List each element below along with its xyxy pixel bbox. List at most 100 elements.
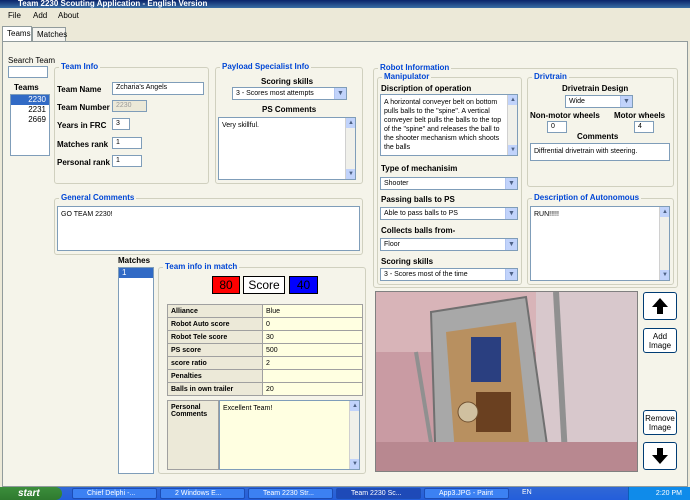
team-list-item[interactable]: 2669 <box>11 115 49 125</box>
personal-comments-value: Excellent Team! <box>223 405 273 412</box>
drivetrain-comments-label: Comments <box>577 132 619 141</box>
scrollbar[interactable]: ▲ ▼ <box>345 118 355 179</box>
drivetrain-design-label: Drivetrain Design <box>562 84 629 93</box>
autonomous-title: Description of Autonomous <box>532 193 642 202</box>
scrollbar[interactable]: ▲ ▼ <box>507 95 517 155</box>
chevron-down-icon[interactable]: ▼ <box>334 88 346 99</box>
stat-key: Robot Auto score <box>167 317 263 331</box>
drivetrain-design-value: Wide <box>569 98 585 105</box>
ps-scoring-value: 3 - Scores most attempts <box>236 90 314 97</box>
stat-value[interactable]: 2 <box>262 356 363 370</box>
chevron-down-icon[interactable]: ▼ <box>505 178 517 189</box>
match-list-item[interactable]: 1 <box>119 268 153 278</box>
team-name-label: Team Name <box>57 85 102 94</box>
taskbar-item[interactable]: Team 2230 Str... <box>248 488 333 499</box>
scroll-down-icon[interactable]: ▼ <box>660 270 669 280</box>
stat-key: Robot Tele score <box>167 330 263 344</box>
stat-value[interactable] <box>262 369 363 383</box>
team-name-input[interactable]: Zcharia's Angels <box>112 82 204 95</box>
passing-value: Able to pass balls to PS <box>384 210 458 217</box>
passing-label: Passing balls to PS <box>381 195 455 204</box>
add-image-button[interactable]: Add Image <box>643 328 677 353</box>
team-list-item[interactable]: 2230 <box>11 95 49 105</box>
payload-title: Payload Specialist Info <box>220 62 312 71</box>
autonomous-textarea[interactable]: RUN!!!!! ▲ ▼ <box>530 206 670 281</box>
scroll-up-icon[interactable]: ▲ <box>350 401 359 411</box>
general-comments-textarea[interactable]: GO TEAM 2230! <box>57 206 360 251</box>
match-info-title: Team info in match <box>163 262 240 271</box>
nonmotor-input[interactable]: 0 <box>547 121 567 133</box>
mechanism-type-value: Shooter <box>384 180 409 187</box>
motor-input[interactable]: 4 <box>634 121 654 133</box>
stat-value[interactable]: 500 <box>262 343 363 357</box>
ps-comments-textarea[interactable]: Very skillful. ▲ ▼ <box>218 117 356 180</box>
menu-about[interactable]: About <box>58 11 79 20</box>
stat-value[interactable]: 0 <box>262 317 363 331</box>
drivetrain-design-select[interactable]: Wide ▼ <box>565 95 633 108</box>
general-comments-value: GO TEAM 2230! <box>61 211 113 218</box>
chevron-down-icon[interactable]: ▼ <box>505 208 517 219</box>
stat-key: Alliance <box>167 304 263 318</box>
tab-teams[interactable]: Teams <box>2 26 32 41</box>
matches-rank-input[interactable]: 1 <box>112 137 142 149</box>
years-input[interactable]: 3 <box>112 118 130 130</box>
chevron-down-icon[interactable]: ▼ <box>620 96 632 107</box>
collects-select[interactable]: Floor ▼ <box>380 238 518 251</box>
search-team-input[interactable] <box>8 66 48 78</box>
scroll-down-icon[interactable]: ▼ <box>508 145 517 155</box>
scrollbar[interactable]: ▲ ▼ <box>349 401 359 469</box>
stat-value[interactable]: Blue <box>262 304 363 318</box>
scroll-down-icon[interactable]: ▼ <box>350 459 359 469</box>
team-list-item[interactable]: 2231 <box>11 105 49 115</box>
taskbar: start Chief Delphi -... 2 Windows E... T… <box>0 487 690 500</box>
language-indicator[interactable]: EN <box>522 489 532 496</box>
personal-comments-label: Personal Comments <box>167 400 219 470</box>
manipulator-desc-label: Discription of operation <box>381 84 472 93</box>
personal-rank-input[interactable]: 1 <box>112 155 142 167</box>
collects-label: Collects balls from- <box>381 226 456 235</box>
stat-value[interactable]: 20 <box>262 382 363 396</box>
matches-list[interactable]: 1 <box>118 267 154 474</box>
general-comments-title: General Comments <box>59 193 137 202</box>
start-button[interactable]: start <box>0 487 62 500</box>
collects-value: Floor <box>384 241 400 248</box>
manipulator-desc-textarea[interactable]: A horizontal conveyer belt on bottom pul… <box>380 94 518 156</box>
taskbar-item[interactable]: Chief Delphi -... <box>72 488 157 499</box>
scroll-up-icon[interactable]: ▲ <box>660 207 669 217</box>
clock[interactable]: 2:20 PM <box>656 490 682 497</box>
menu-file[interactable]: File <box>8 11 21 20</box>
scroll-down-icon[interactable]: ▼ <box>346 169 355 179</box>
manip-scoring-select[interactable]: 3 - Scores most of the time ▼ <box>380 268 518 281</box>
red-score: 80 <box>212 276 240 294</box>
ps-scoring-select[interactable]: 3 - Scores most attempts ▼ <box>232 87 347 100</box>
remove-image-button[interactable]: Remove Image <box>643 410 677 435</box>
team-info-title: Team Info <box>59 62 101 71</box>
scroll-up-icon[interactable]: ▲ <box>346 118 355 128</box>
window-title: Team 2230 Scouting Application - English… <box>18 0 208 8</box>
chevron-down-icon[interactable]: ▼ <box>505 239 517 250</box>
table-row: PS score 500 <box>167 343 363 357</box>
stat-value[interactable]: 30 <box>262 330 363 344</box>
table-row: Robot Auto score 0 <box>167 317 363 331</box>
arrow-down-icon <box>652 448 668 464</box>
menu-add[interactable]: Add <box>33 11 47 20</box>
stat-key: PS score <box>167 343 263 357</box>
motor-label: Motor wheels <box>614 111 666 120</box>
chevron-down-icon[interactable]: ▼ <box>505 269 517 280</box>
taskbar-item[interactable]: 2 Windows E... <box>160 488 245 499</box>
scrollbar[interactable]: ▲ ▼ <box>659 207 669 280</box>
drivetrain-comments-textarea[interactable]: Diffrential drivetrain with steering. <box>530 143 670 161</box>
matches-rank-label: Matches rank <box>57 140 109 149</box>
arrow-up-icon <box>652 298 668 314</box>
image-up-button[interactable] <box>643 292 677 320</box>
ps-comments-value: Very skillful. <box>222 122 259 129</box>
taskbar-item[interactable]: App3.JPG - Paint <box>424 488 509 499</box>
image-down-button[interactable] <box>643 442 677 470</box>
passing-select[interactable]: Able to pass balls to PS ▼ <box>380 207 518 220</box>
mechanism-type-select[interactable]: Shooter ▼ <box>380 177 518 190</box>
scroll-up-icon[interactable]: ▲ <box>508 95 517 105</box>
teams-list[interactable]: 2230 2231 2669 <box>10 94 50 156</box>
tab-matches[interactable]: Matches <box>32 27 67 41</box>
personal-comments-textarea[interactable]: Excellent Team! ▲ ▼ <box>219 400 360 470</box>
taskbar-item[interactable]: Team 2230 Sc... <box>336 488 421 499</box>
